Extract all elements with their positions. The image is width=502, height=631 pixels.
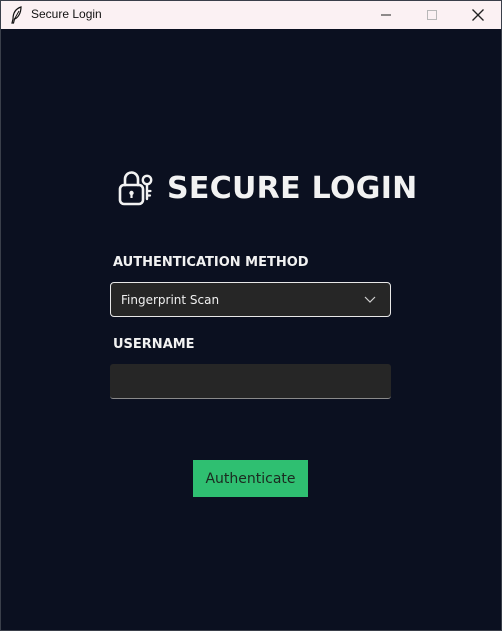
- chevron-down-icon: [364, 296, 376, 303]
- feather-icon: [11, 6, 22, 24]
- auth-method-selected: Fingerprint Scan: [121, 292, 220, 307]
- page-title: SECURE LOGIN: [167, 170, 418, 206]
- username-label: USERNAME: [113, 337, 195, 352]
- auth-method-label: AUTHENTICATION METHOD: [113, 255, 309, 270]
- maximize-button[interactable]: [409, 1, 455, 29]
- lock-key-icon: [118, 171, 153, 206]
- maximize-icon: [427, 10, 437, 20]
- window-title: Secure Login: [31, 7, 102, 21]
- authenticate-button[interactable]: Authenticate: [193, 460, 308, 497]
- username-input[interactable]: [110, 364, 391, 399]
- auth-method-dropdown[interactable]: Fingerprint Scan: [110, 282, 391, 317]
- minimize-button[interactable]: [363, 1, 409, 29]
- app-window: Secure Login SECURE LOGIN AUTHENTICATION…: [0, 0, 502, 631]
- close-button[interactable]: [455, 1, 501, 29]
- minimize-icon: [381, 14, 391, 16]
- close-icon: [472, 9, 484, 21]
- title-bar[interactable]: Secure Login: [1, 1, 501, 29]
- login-header: SECURE LOGIN: [117, 169, 418, 207]
- login-panel: SECURE LOGIN AUTHENTICATION METHOD Finge…: [1, 29, 501, 630]
